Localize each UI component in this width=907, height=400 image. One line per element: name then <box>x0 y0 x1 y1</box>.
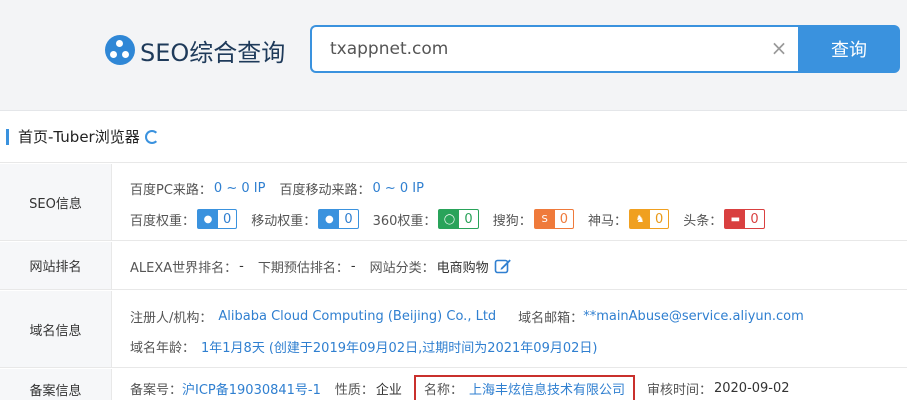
sogou-icon: S <box>534 210 555 228</box>
seo-info-content: 百度PC来路： 0 ~ 0 IP 百度移动来路： 0 ~ 0 IP 百度权重： … <box>130 164 907 240</box>
page-title: 首页-Tuber浏览器 <box>18 128 140 146</box>
site-rank-label: 网站排名 <box>0 242 112 289</box>
search-input[interactable] <box>330 27 770 71</box>
site-rank-content: ALEXA世界排名： - 下期预估排名： - 网站分类： 电商购物 <box>130 242 907 289</box>
domain-email-link[interactable]: **mainAbuse@service.aliyun.com <box>583 309 804 324</box>
site-category: 网站分类： 电商购物 <box>370 257 512 276</box>
icp-number: 备案号： 沪ICP备19030841号-1 <box>130 379 321 398</box>
icp-info-content: 备案号： 沪ICP备19030841号-1 性质： 企业 名称： 上海丰炫信息技… <box>130 369 907 400</box>
logo[interactable]: SEO综合查询 <box>105 30 285 70</box>
s360-icon: ◯ <box>439 210 460 228</box>
alexa-rank: ALEXA世界排名： - <box>130 258 244 276</box>
refresh-icon[interactable] <box>144 129 159 144</box>
seo-info-row: SEO信息 百度PC来路： 0 ~ 0 IP 百度移动来路： 0 ~ 0 IP … <box>0 164 907 241</box>
site-category-value: 电商购物 <box>436 260 489 276</box>
icp-review-time-value: 2020-09-02 <box>713 380 790 396</box>
domain-email: 域名邮箱： **mainAbuse@service.aliyun.com <box>518 308 804 326</box>
logo-icon <box>105 35 135 65</box>
domain-age: 域名年龄： 1年1月8天 (创建于2019年09月02日,过期时间为2021年0… <box>130 337 597 356</box>
baidu-pc-traffic: 百度PC来路： 0 ~ 0 IP <box>130 180 266 198</box>
registrant: 注册人/机构： Alibaba Cloud Computing (Beijing… <box>130 308 497 326</box>
icp-info-row: 备案信息 备案号： 沪ICP备19030841号-1 性质： 企业 名称： 上海… <box>0 369 907 400</box>
baidu-weight: 百度权重： ● 0 <box>130 209 238 229</box>
toutiao-weight: 头条： ▬ 0 <box>683 209 765 229</box>
icp-number-link[interactable]: 沪ICP备19030841号-1 <box>182 379 321 398</box>
domain-info-row: 域名信息 注册人/机构： Alibaba Cloud Computing (Be… <box>0 291 907 368</box>
logo-text: SEO综合查询 <box>140 38 286 67</box>
s360-weight: 360权重： ◯ 0 <box>373 209 479 229</box>
edit-icon[interactable] <box>494 257 512 275</box>
search-box: × <box>310 25 800 73</box>
icp-name-highlight: 名称： 上海丰炫信息技术有限公司 <box>413 374 635 400</box>
registrant-link[interactable]: Alibaba Cloud Computing (Beijing) Co., L… <box>218 309 496 324</box>
domain-age-detail[interactable]: (创建于2019年09月02日,过期时间为2021年09月02日) <box>269 337 598 356</box>
seo-info-label: SEO信息 <box>0 164 112 240</box>
toutiao-icon: ▬ <box>725 210 746 228</box>
forecast-rank-value: - <box>350 258 356 274</box>
icp-info-label: 备案信息 <box>0 369 112 400</box>
domain-age-value[interactable]: 1年1月8天 <box>201 337 265 356</box>
icp-name-link[interactable]: 上海丰炫信息技术有限公司 <box>469 379 625 398</box>
mobile-weight-badge[interactable]: ● 0 <box>318 209 359 229</box>
baidu-mobile-traffic: 百度移动来路： 0 ~ 0 IP <box>279 180 424 198</box>
shenma-weight: 神马： ♞ 0 <box>588 209 670 229</box>
baidu-paw-icon: ● <box>319 210 340 228</box>
clear-icon[interactable]: × <box>768 37 790 59</box>
mobile-weight: 移动权重： ● 0 <box>251 209 359 229</box>
alexa-rank-value: - <box>239 258 244 274</box>
icp-review-time: 审核时间： 2020-09-02 <box>646 380 790 398</box>
toutiao-weight-badge[interactable]: ▬ 0 <box>724 209 765 229</box>
domain-info-label: 域名信息 <box>0 291 112 367</box>
shenma-icon: ♞ <box>630 210 651 228</box>
panel-title: 首页-Tuber浏览器 <box>0 111 907 163</box>
icp-nature: 性质： 企业 <box>335 379 402 398</box>
s360-weight-badge[interactable]: ◯ 0 <box>438 209 479 229</box>
baidu-pc-traffic-value[interactable]: 0 ~ 0 IP <box>214 181 266 196</box>
sogou-weight-badge[interactable]: S 0 <box>533 209 574 229</box>
domain-info-content: 注册人/机构： Alibaba Cloud Computing (Beijing… <box>130 291 907 367</box>
icp-nature-value: 企业 <box>375 382 402 398</box>
forecast-rank: 下期预估排名： - <box>257 258 356 276</box>
baidu-paw-icon: ● <box>198 210 219 228</box>
search-button[interactable]: 查询 <box>798 25 900 73</box>
header: SEO综合查询 × 查询 <box>0 0 907 103</box>
result-panel: 首页-Tuber浏览器 SEO信息 百度PC来路： 0 ~ 0 IP 百度移动来… <box>0 110 907 400</box>
site-rank-row: 网站排名 ALEXA世界排名： - 下期预估排名： - 网站分类： 电商购物 <box>0 242 907 290</box>
sogou-weight: 搜狗： S 0 <box>493 209 574 229</box>
shenma-weight-badge[interactable]: ♞ 0 <box>629 209 670 229</box>
baidu-weight-badge[interactable]: ● 0 <box>197 209 238 229</box>
baidu-mobile-traffic-value[interactable]: 0 ~ 0 IP <box>372 181 424 196</box>
